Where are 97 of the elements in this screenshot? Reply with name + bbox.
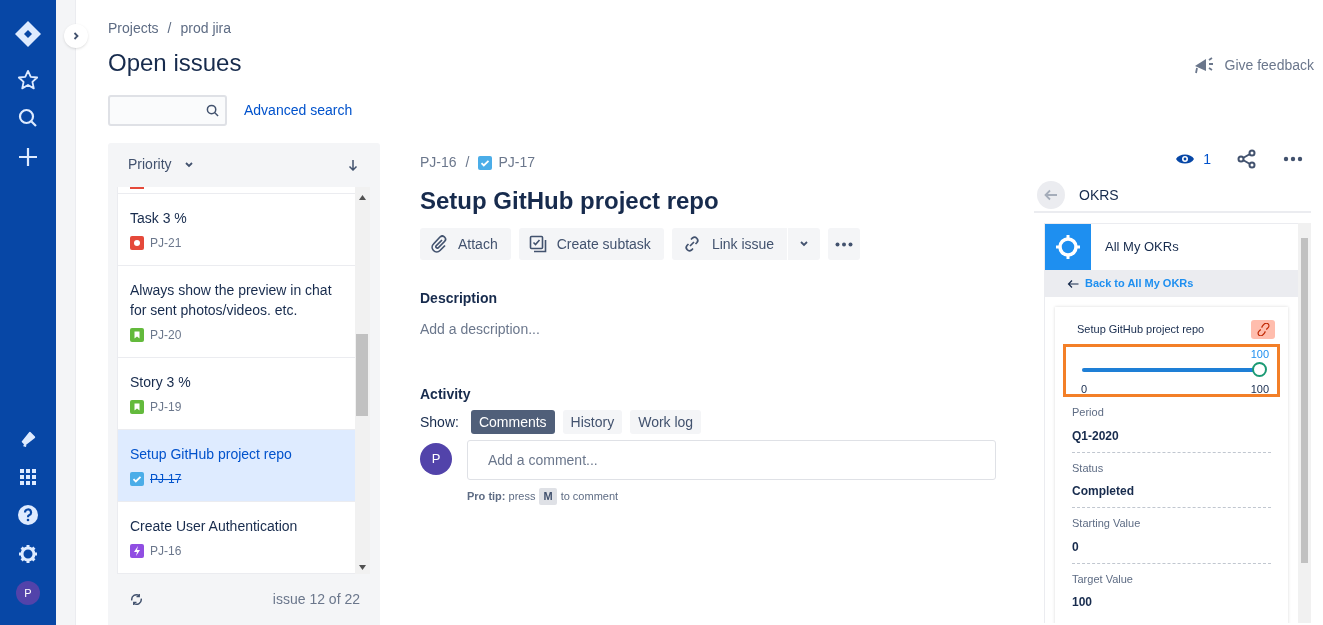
pro-tip-text: Pro tip: press [467, 489, 536, 504]
description-field[interactable]: Add a description... [420, 319, 980, 340]
eye-icon [1175, 152, 1196, 166]
activity-label: Activity [420, 385, 472, 404]
field-value: Q1-2020 [1072, 427, 1120, 445]
panel-title: OKRS [1079, 185, 1119, 205]
scrollbar[interactable] [355, 186, 370, 574]
field-label: Starting Value [1072, 516, 1142, 531]
expand-sidebar-button[interactable] [64, 24, 88, 48]
scrollbar-thumb[interactable] [356, 333, 368, 416]
issue-list-item[interactable]: Setup GitHub project repo PJ-17 [118, 429, 355, 502]
back-arrow-icon [1067, 278, 1079, 289]
issue-title: Setup GitHub project repo [130, 444, 293, 464]
sort-dropdown[interactable]: Priority [128, 154, 194, 176]
issue-key-link[interactable]: PJ-17 [498, 152, 536, 173]
bug-icon [130, 235, 144, 250]
field-value: 100 [1072, 594, 1094, 611]
advanced-search-link[interactable]: Advanced search [244, 100, 353, 121]
unlink-button[interactable] [1251, 320, 1275, 339]
plus-icon[interactable] [18, 147, 38, 167]
search-field[interactable] [108, 95, 227, 126]
chevron-down-icon [183, 160, 194, 169]
share-icon[interactable] [1237, 149, 1257, 169]
watchers-button[interactable]: 1 [1175, 148, 1211, 170]
attach-button[interactable]: Attach [420, 228, 511, 260]
app-grid-icon[interactable] [20, 469, 36, 485]
issue-title: Story 3 % [130, 372, 192, 392]
more-icon [835, 241, 854, 247]
field-label: Status [1072, 460, 1105, 476]
breadcrumb-separator: / [167, 19, 172, 38]
activity-tab[interactable]: History [562, 410, 623, 434]
parent-issue-link[interactable]: PJ-16 [420, 152, 457, 173]
breadcrumb-separator: / [465, 153, 470, 172]
issue-type-icon [130, 186, 144, 189]
sort-direction-icon[interactable] [348, 158, 358, 171]
field-value: 0 [1072, 538, 1080, 556]
scroll-down-icon[interactable] [359, 564, 366, 570]
slider-value: 100 [1249, 348, 1269, 361]
issue-count: issue 12 of 22 [272, 589, 360, 609]
refresh-icon[interactable] [130, 592, 143, 606]
user-avatar: P [420, 443, 452, 475]
slider-thumb[interactable] [1252, 362, 1267, 377]
epic-icon [130, 543, 144, 558]
issue-title: Setup GitHub project repo [420, 186, 720, 216]
chevron-down-icon [799, 240, 810, 248]
breadcrumb-link[interactable]: prod jira [180, 18, 232, 39]
keyboard-key: M [539, 488, 557, 505]
progress-slider[interactable] [1082, 362, 1265, 377]
field-label: Period [1072, 405, 1105, 420]
page-title: Open issues [108, 48, 242, 78]
more-icon[interactable] [1283, 156, 1303, 162]
story-icon [130, 399, 144, 414]
issue-key: PJ-20 [150, 325, 182, 344]
scrollbar-thumb[interactable] [1301, 238, 1308, 563]
megaphone-icon [1192, 55, 1215, 75]
give-feedback-button[interactable]: Give feedback [1192, 54, 1314, 76]
target-icon [1055, 234, 1081, 260]
task-icon [130, 471, 144, 486]
pro-tip-text: to comment [560, 489, 619, 504]
issue-title: Create User Authentication [130, 516, 299, 536]
issue-key: PJ-17 [150, 469, 182, 488]
issue-key: PJ-19 [150, 397, 182, 416]
back-arrow-icon [1044, 189, 1058, 201]
breadcrumb-link[interactable]: Projects [108, 18, 159, 39]
search-icon [206, 104, 219, 117]
issue-key: PJ-16 [150, 541, 182, 560]
issue-title: Always show the preview in chat for sent photos/videos. etc. [130, 280, 333, 320]
description-label: Description [420, 289, 498, 308]
field-value: Completed [1072, 483, 1135, 500]
subtask-button[interactable]: Create subtask [518, 228, 664, 260]
help-icon[interactable] [18, 505, 38, 525]
search-icon[interactable] [18, 108, 38, 128]
task-icon [478, 155, 493, 170]
show-label: Show: [420, 412, 459, 432]
star-icon[interactable] [17, 69, 39, 91]
scrollbar[interactable] [1298, 223, 1311, 623]
more-button[interactable] [828, 228, 861, 260]
slider-max: 100 [1250, 382, 1269, 397]
logo-icon[interactable] [14, 20, 42, 48]
field-label: Target Value [1072, 571, 1134, 587]
link-button[interactable]: Link issue [671, 228, 788, 260]
settings-icon[interactable] [18, 544, 38, 564]
paperclip-icon [430, 235, 448, 253]
issue-title: Task 3 % [130, 208, 188, 228]
app-title: All My OKRs [1105, 238, 1179, 257]
story-icon [130, 327, 144, 342]
slider-min: 0 [1081, 382, 1088, 397]
activity-tab[interactable]: Work log [630, 410, 702, 434]
subtask-icon [528, 235, 547, 253]
activity-tab[interactable]: Comments [470, 410, 555, 434]
issue-key: PJ-21 [150, 233, 182, 252]
user-avatar[interactable]: P [16, 581, 40, 605]
chevron-right-icon [71, 31, 81, 41]
okr-title: Setup GitHub project repo [1077, 322, 1205, 338]
comment-field[interactable]: Add a comment... [467, 440, 996, 480]
bell-icon[interactable] [19, 430, 37, 448]
scroll-up-icon[interactable] [359, 194, 366, 200]
